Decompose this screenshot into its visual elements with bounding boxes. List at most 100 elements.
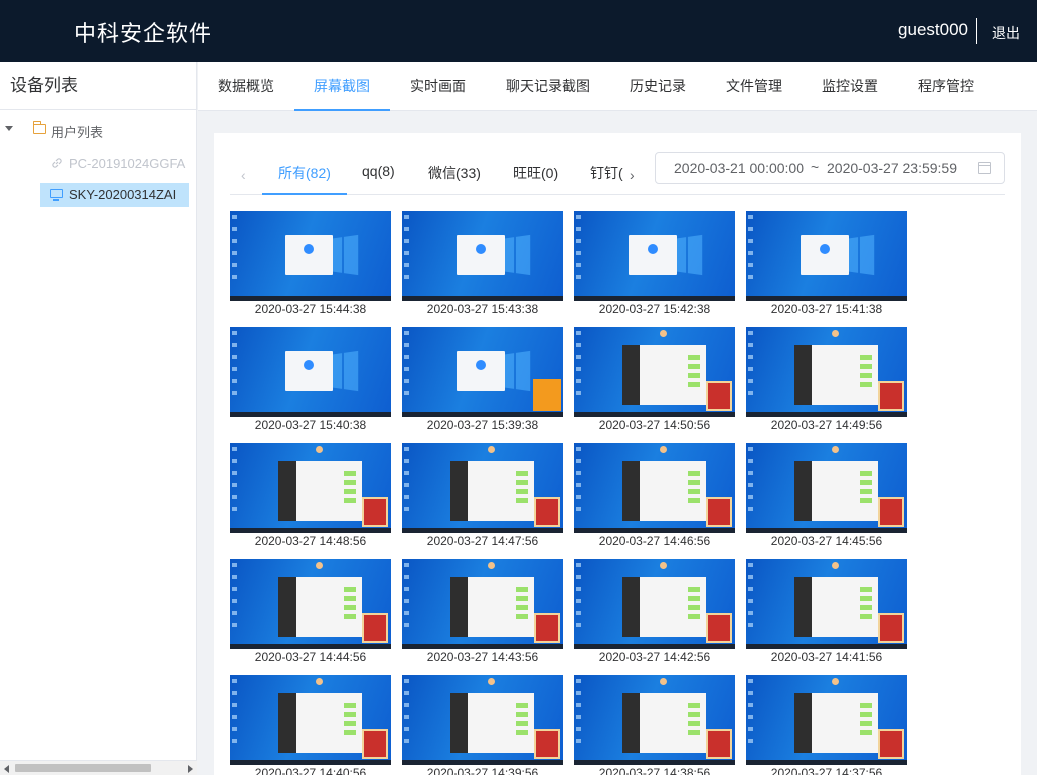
active-tab-indicator <box>262 193 347 195</box>
tree-item-device-selected[interactable]: SKY-20200314ZAI <box>40 183 189 207</box>
screenshot-thumbnail[interactable]: 2020-03-27 14:45:56 <box>746 443 907 555</box>
screenshot-image[interactable] <box>230 211 391 301</box>
main-nav: 数据概览 屏幕截图 实时画面 聊天记录截图 历史记录 文件管理 监控设置 程序管… <box>198 62 1037 111</box>
screenshot-timestamp: 2020-03-27 14:38:56 <box>598 766 711 775</box>
calendar-icon <box>978 162 991 174</box>
screenshot-thumbnail[interactable]: 2020-03-27 15:43:38 <box>402 211 563 323</box>
screenshot-image[interactable] <box>402 443 563 533</box>
scroll-right-arrow-icon[interactable] <box>188 765 193 773</box>
screenshot-thumbnail[interactable]: 2020-03-27 14:39:56 <box>402 675 563 775</box>
screenshot-thumbnail[interactable]: 2020-03-27 14:47:56 <box>402 443 563 555</box>
date-end[interactable]: 2020-03-27 23:59:59 <box>827 160 957 176</box>
screenshot-timestamp: 2020-03-27 14:47:56 <box>426 534 539 548</box>
scroll-left-arrow-icon[interactable] <box>4 765 9 773</box>
screenshot-image[interactable] <box>230 559 391 649</box>
date-range-picker[interactable]: 2020-03-21 00:00:00 ~ 2020-03-27 23:59:5… <box>655 152 1005 184</box>
date-separator: ~ <box>811 159 820 175</box>
link-icon <box>52 158 62 168</box>
screenshot-thumbnail[interactable]: 2020-03-27 14:48:56 <box>230 443 391 555</box>
screenshot-thumbnail[interactable]: 2020-03-27 14:50:56 <box>574 327 735 439</box>
screenshot-timestamp: 2020-03-27 14:50:56 <box>598 418 711 432</box>
screenshot-image[interactable] <box>574 443 735 533</box>
screenshot-thumbnail[interactable]: 2020-03-27 14:49:56 <box>746 327 907 439</box>
caret-down-icon[interactable] <box>5 126 13 131</box>
sidebar-horizontal-scrollbar[interactable] <box>0 760 197 775</box>
screenshot-timestamp: 2020-03-27 15:42:38 <box>598 302 711 316</box>
screenshot-panel: ‹ 所有(82) qq(8) 微信(33) 旺旺(0) 钉钉( › 2020-0… <box>214 133 1021 775</box>
nav-chat-screenshots[interactable]: 聊天记录截图 <box>506 62 590 111</box>
nav-file-management[interactable]: 文件管理 <box>726 62 782 111</box>
tree-node-user-list[interactable]: 用户列表 <box>0 118 196 142</box>
tab-wechat[interactable]: 微信(33) <box>428 163 481 183</box>
screenshot-thumbnail[interactable]: 2020-03-27 15:40:38 <box>230 327 391 439</box>
screenshot-timestamp: 2020-03-27 15:44:38 <box>254 302 367 316</box>
nav-screenshots[interactable]: 屏幕截图 <box>294 62 390 111</box>
current-user: guest000 <box>898 20 968 39</box>
screenshot-image[interactable] <box>230 327 391 417</box>
screenshot-timestamp: 2020-03-27 15:43:38 <box>426 302 539 316</box>
screenshot-image[interactable] <box>574 327 735 417</box>
screenshot-timestamp: 2020-03-27 14:39:56 <box>426 766 539 775</box>
monitor-icon <box>50 189 63 201</box>
screenshot-image[interactable] <box>402 559 563 649</box>
screenshot-image[interactable] <box>746 675 907 765</box>
logout-button[interactable]: 退出 <box>992 23 1020 43</box>
device-sidebar: 设备列表 用户列表 PC-20191024GGFA SKY-20200314ZA… <box>0 62 197 775</box>
nav-monitor-settings[interactable]: 监控设置 <box>822 62 878 111</box>
folder-icon <box>33 121 46 134</box>
screenshot-thumbnail[interactable]: 2020-03-27 14:46:56 <box>574 443 735 555</box>
screenshot-image[interactable] <box>746 559 907 649</box>
screenshot-timestamp: 2020-03-27 14:43:56 <box>426 650 539 664</box>
screenshot-timestamp: 2020-03-27 14:45:56 <box>770 534 883 548</box>
tab-wangwang[interactable]: 旺旺(0) <box>513 163 558 183</box>
tab-all[interactable]: 所有(82) <box>278 163 331 183</box>
chevron-left-icon[interactable]: ‹ <box>241 167 255 183</box>
screenshot-image[interactable] <box>402 675 563 765</box>
chevron-right-icon[interactable]: › <box>630 167 644 183</box>
screenshot-image[interactable] <box>402 211 563 301</box>
screenshot-timestamp: 2020-03-27 14:41:56 <box>770 650 883 664</box>
screenshot-thumbnail[interactable]: 2020-03-27 14:40:56 <box>230 675 391 775</box>
screenshot-thumbnail[interactable]: 2020-03-27 14:43:56 <box>402 559 563 671</box>
screenshot-timestamp: 2020-03-27 14:49:56 <box>770 418 883 432</box>
screenshot-image[interactable] <box>746 327 907 417</box>
screenshot-thumbnail[interactable]: 2020-03-27 14:41:56 <box>746 559 907 671</box>
screenshot-image[interactable] <box>574 559 735 649</box>
nav-live-view[interactable]: 实时画面 <box>410 62 466 111</box>
screenshot-thumbnail[interactable]: 2020-03-27 15:44:38 <box>230 211 391 323</box>
screenshot-timestamp: 2020-03-27 15:39:38 <box>426 418 539 432</box>
date-start[interactable]: 2020-03-21 00:00:00 <box>674 160 804 176</box>
screenshot-image[interactable] <box>574 675 735 765</box>
tab-dingtalk[interactable]: 钉钉( <box>590 163 623 183</box>
sidebar-title: 设备列表 <box>0 62 196 110</box>
nav-data-overview[interactable]: 数据概览 <box>218 62 274 111</box>
screenshot-image[interactable] <box>230 443 391 533</box>
screenshot-timestamp: 2020-03-27 14:48:56 <box>254 534 367 548</box>
tab-qq[interactable]: qq(8) <box>362 163 395 179</box>
screenshot-thumbnail[interactable]: 2020-03-27 14:44:56 <box>230 559 391 671</box>
filter-tabs: 所有(82) qq(8) 微信(33) 旺旺(0) 钉钉( <box>262 153 625 193</box>
tree-item-device-offline[interactable]: PC-20191024GGFA <box>50 152 196 176</box>
screenshot-thumbnail[interactable]: 2020-03-27 14:42:56 <box>574 559 735 671</box>
header-divider <box>976 18 977 44</box>
screenshot-thumbnail[interactable]: 2020-03-27 15:39:38 <box>402 327 563 439</box>
nav-program-control[interactable]: 程序管控 <box>918 62 974 111</box>
screenshot-image[interactable] <box>402 327 563 417</box>
screenshot-timestamp: 2020-03-27 14:42:56 <box>598 650 711 664</box>
screenshot-image[interactable] <box>746 211 907 301</box>
screenshot-timestamp: 2020-03-27 14:37:56 <box>770 766 883 775</box>
app-header: 中科安企软件 guest000 退出 <box>0 0 1037 62</box>
tree-node-label: 用户列表 <box>51 125 104 140</box>
screenshot-timestamp: 2020-03-27 14:46:56 <box>598 534 711 548</box>
screenshot-image[interactable] <box>574 211 735 301</box>
screenshot-thumbnail[interactable]: 2020-03-27 14:38:56 <box>574 675 735 775</box>
screenshot-thumbnail[interactable]: 2020-03-27 14:37:56 <box>746 675 907 775</box>
device-label: PC-20191024GGFA <box>69 156 186 171</box>
screenshot-image[interactable] <box>230 675 391 765</box>
screenshot-thumbnail[interactable]: 2020-03-27 15:42:38 <box>574 211 735 323</box>
screenshot-image[interactable] <box>746 443 907 533</box>
scrollbar-thumb[interactable] <box>15 764 151 772</box>
screenshot-thumbnail[interactable]: 2020-03-27 15:41:38 <box>746 211 907 323</box>
device-label: SKY-20200314ZAI <box>69 187 177 202</box>
nav-history[interactable]: 历史记录 <box>630 62 686 111</box>
